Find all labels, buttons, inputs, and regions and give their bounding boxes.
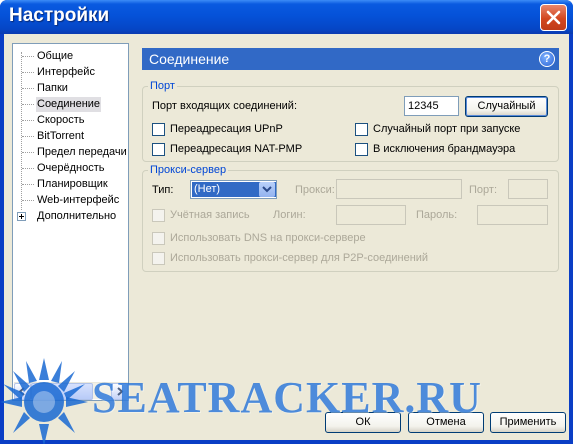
watermark-text: SEATRACKER.RU	[92, 373, 482, 422]
random-port-on-start-checkbox[interactable]	[355, 123, 368, 136]
incoming-port-label: Порт входящих соединений:	[152, 100, 298, 112]
tree-item-label: Скорость	[37, 114, 85, 126]
natpmp-checkbox[interactable]	[152, 143, 165, 156]
settings-tree: Общие Интерфейс Папки Соединение Скорост…	[12, 43, 129, 401]
tree-item-label: Соединение	[36, 97, 102, 112]
tree-item-label: Web-интерфейс	[37, 194, 120, 206]
proxy-login-label: Логин:	[273, 209, 306, 221]
proxy-group-legend: Прокси-сервер	[150, 164, 227, 176]
tree-item-label: Предел передачи	[37, 146, 127, 158]
proxy-type-select[interactable]: (Нет)	[190, 180, 277, 199]
proxy-type-label: Тип:	[152, 184, 174, 196]
tree-item-label: Планировщик	[37, 178, 108, 190]
firewall-exception-checkbox[interactable]	[355, 143, 368, 156]
tree-item-label: Интерфейс	[37, 66, 95, 78]
tree-item-label: Папки	[37, 82, 68, 94]
section-header: Соединение ?	[142, 48, 559, 70]
proxy-host-input[interactable]	[336, 179, 462, 199]
close-icon	[546, 10, 561, 25]
random-port-button[interactable]: Случайный	[465, 96, 548, 117]
tree-item-label: Дополнительно	[37, 210, 117, 222]
apply-button[interactable]: Применить	[490, 412, 566, 433]
window-title: Настройки	[9, 5, 110, 26]
proxy-auth-label: Учётная запись	[170, 209, 250, 221]
incoming-port-input[interactable]: 12345	[404, 96, 459, 116]
proxy-p2p-checkbox[interactable]	[152, 252, 165, 265]
close-button[interactable]	[540, 4, 567, 31]
proxy-host-label: Прокси:	[295, 184, 335, 196]
dropdown-arrow[interactable]	[259, 182, 275, 197]
proxy-password-label: Пароль:	[416, 209, 458, 221]
proxy-dns-checkbox[interactable]	[152, 232, 165, 245]
port-group-legend: Порт	[150, 80, 175, 92]
natpmp-label: Переадресация NAT-PMP	[170, 143, 303, 155]
expand-plus-icon[interactable]	[17, 212, 26, 221]
help-icon[interactable]: ?	[539, 51, 555, 67]
proxy-port-input[interactable]	[508, 179, 548, 199]
proxy-p2p-label: Использовать прокси-сервер для P2P-соеди…	[170, 252, 429, 264]
tree-item-label: BitTorrent	[37, 130, 85, 142]
tree-connector-line	[21, 52, 22, 210]
proxy-password-input[interactable]	[477, 205, 548, 225]
section-title: Соединение	[149, 51, 230, 67]
upnp-checkbox[interactable]	[152, 123, 165, 136]
chevron-down-icon	[262, 186, 272, 193]
tree-item-label: Очерёдность	[37, 162, 105, 174]
sun-logo-icon	[0, 358, 88, 444]
title-bar[interactable]: Настройки	[0, 0, 573, 34]
proxy-auth-checkbox[interactable]	[152, 209, 165, 222]
proxy-login-input[interactable]	[336, 205, 406, 225]
proxy-dns-label: Использовать DNS на прокси-сервере	[170, 232, 366, 244]
settings-window: Настройки Общие Интерфейс Папки Соединен…	[0, 0, 573, 444]
proxy-port-label: Порт:	[469, 184, 497, 196]
tree-item-label: Общие	[37, 50, 74, 62]
firewall-exception-label: В исключения брандмауэра	[373, 143, 516, 155]
upnp-label: Переадресация UPnP	[170, 123, 283, 135]
random-port-on-start-label: Случайный порт при запуске	[373, 123, 521, 135]
